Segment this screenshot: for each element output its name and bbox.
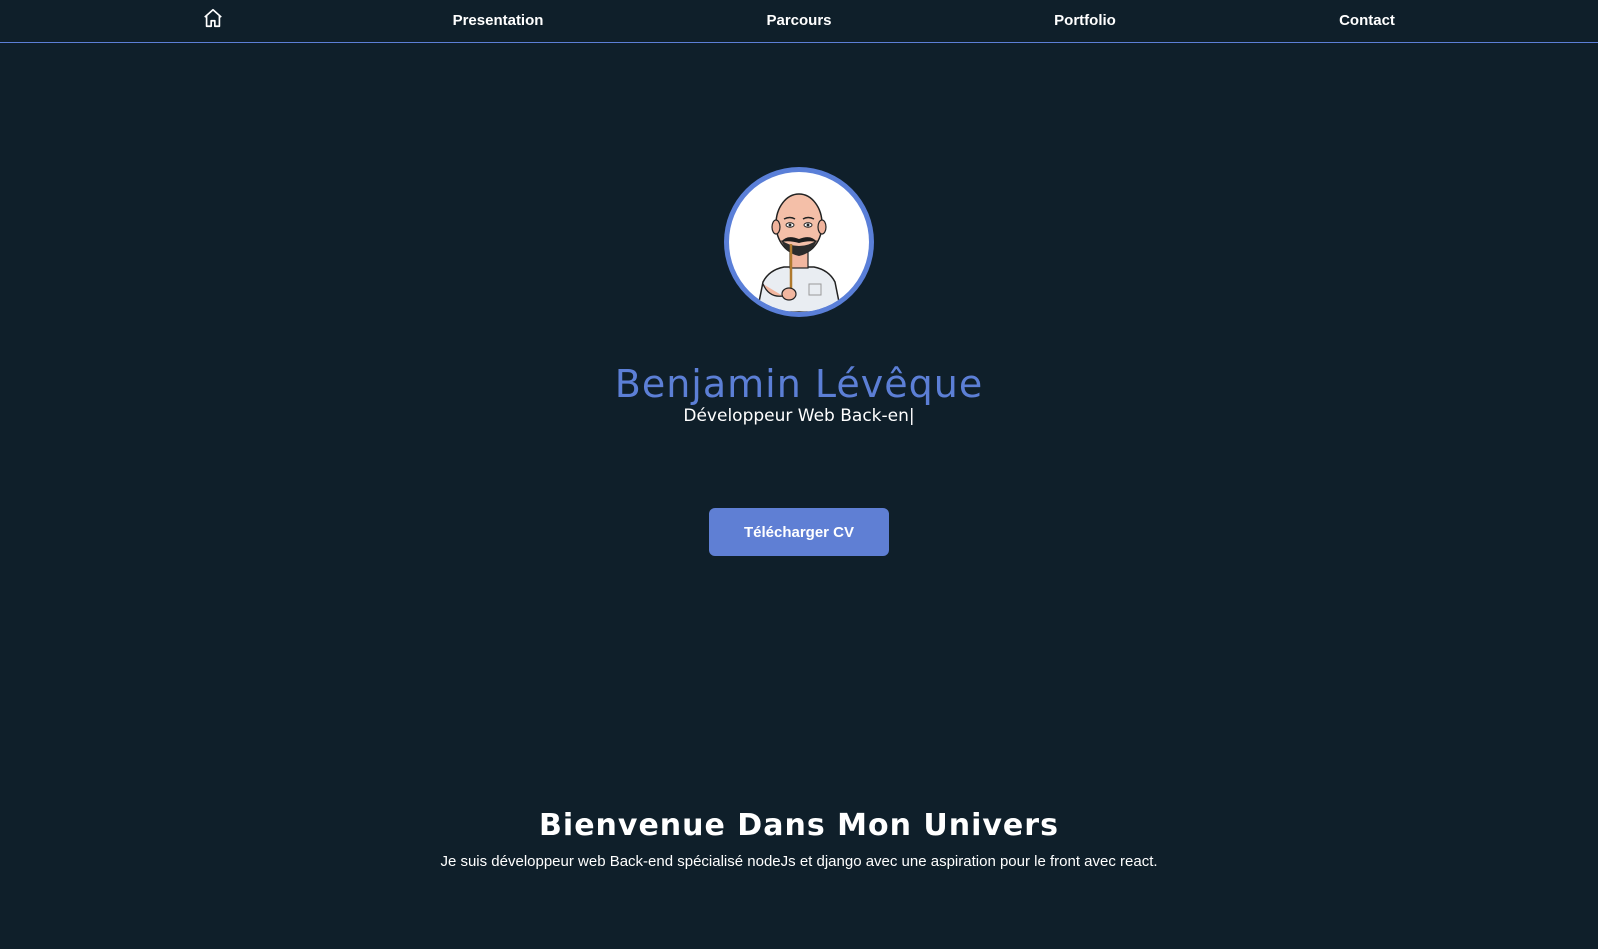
- welcome-text: Je suis développeur web Back-end spécial…: [440, 853, 1158, 870]
- download-cv-button[interactable]: Télécharger CV: [709, 508, 889, 556]
- nav-link-contact[interactable]: Contact: [1339, 12, 1395, 29]
- welcome-title: Bienvenue Dans Mon Univers: [539, 808, 1059, 843]
- hero-subtitle: Développeur Web Back-en|: [683, 406, 915, 426]
- home-icon[interactable]: [202, 7, 224, 29]
- nav-link-parcours[interactable]: Parcours: [766, 12, 831, 29]
- avatar-image: [729, 172, 869, 312]
- nav-link-presentation[interactable]: Presentation: [453, 12, 544, 29]
- avatar: [724, 167, 874, 317]
- top-navigation: Presentation Parcours Portfolio Contact: [0, 0, 1598, 43]
- hero-name: Benjamin Lévêque: [614, 362, 984, 406]
- nav-link-portfolio[interactable]: Portfolio: [1054, 12, 1116, 29]
